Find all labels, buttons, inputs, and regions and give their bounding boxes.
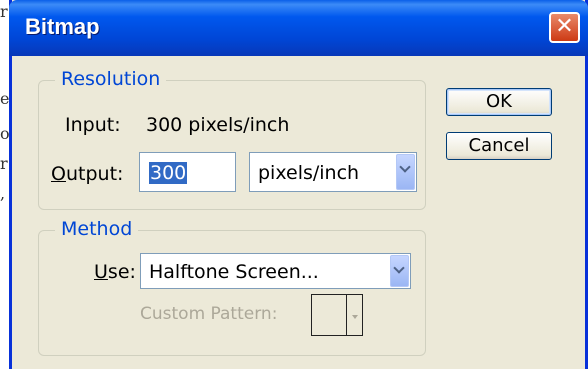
output-label-rest: utput: [65,163,124,185]
resolution-unit-select[interactable]: pixels/inch [249,152,417,192]
chevron-down-icon[interactable] [396,154,415,190]
title-bar[interactable]: Bitmap ✕ [9,0,588,56]
use-label-mnemonic: U [94,261,108,283]
output-label: Output: [51,163,123,185]
custom-pattern-picker[interactable] [311,294,363,336]
dialog-title: Bitmap [25,14,100,39]
ok-button[interactable]: OK [446,88,552,116]
background-text-fragment: , [0,184,6,203]
resolution-unit-value: pixels/inch [258,162,360,184]
input-label: Input: [65,114,121,136]
background-text-fragment: r [0,2,8,21]
resolution-legend: Resolution [55,68,167,90]
method-legend: Method [55,218,139,240]
chevron-down-icon[interactable] [390,255,409,287]
custom-pattern-label: Custom Pattern: [140,304,278,324]
cancel-button[interactable]: Cancel [446,132,552,160]
method-group: Method Use: Halftone Screen... Custom Pa… [38,218,426,356]
close-button[interactable]: ✕ [549,12,580,43]
use-label: Use: [94,261,136,283]
method-use-value: Halftone Screen... [149,261,319,283]
dialog-content: Resolution Input: 300 pixels/inch Output… [12,56,585,369]
bitmap-dialog: Bitmap ✕ Resolution Input: 300 pixels/in… [9,0,588,369]
use-label-rest: se: [107,261,136,283]
background-text-fragment: r [0,154,8,173]
output-resolution-value: 300 [149,162,188,184]
chevron-down-icon [352,315,358,319]
method-use-select[interactable]: Halftone Screen... [140,253,411,289]
input-value: 300 pixels/inch [146,114,290,136]
output-resolution-input[interactable]: 300 [139,152,236,192]
pattern-divider [346,295,347,335]
output-label-mnemonic: O [51,163,66,185]
close-icon: ✕ [555,14,574,39]
resolution-group: Resolution Input: 300 pixels/inch Output… [38,68,426,210]
